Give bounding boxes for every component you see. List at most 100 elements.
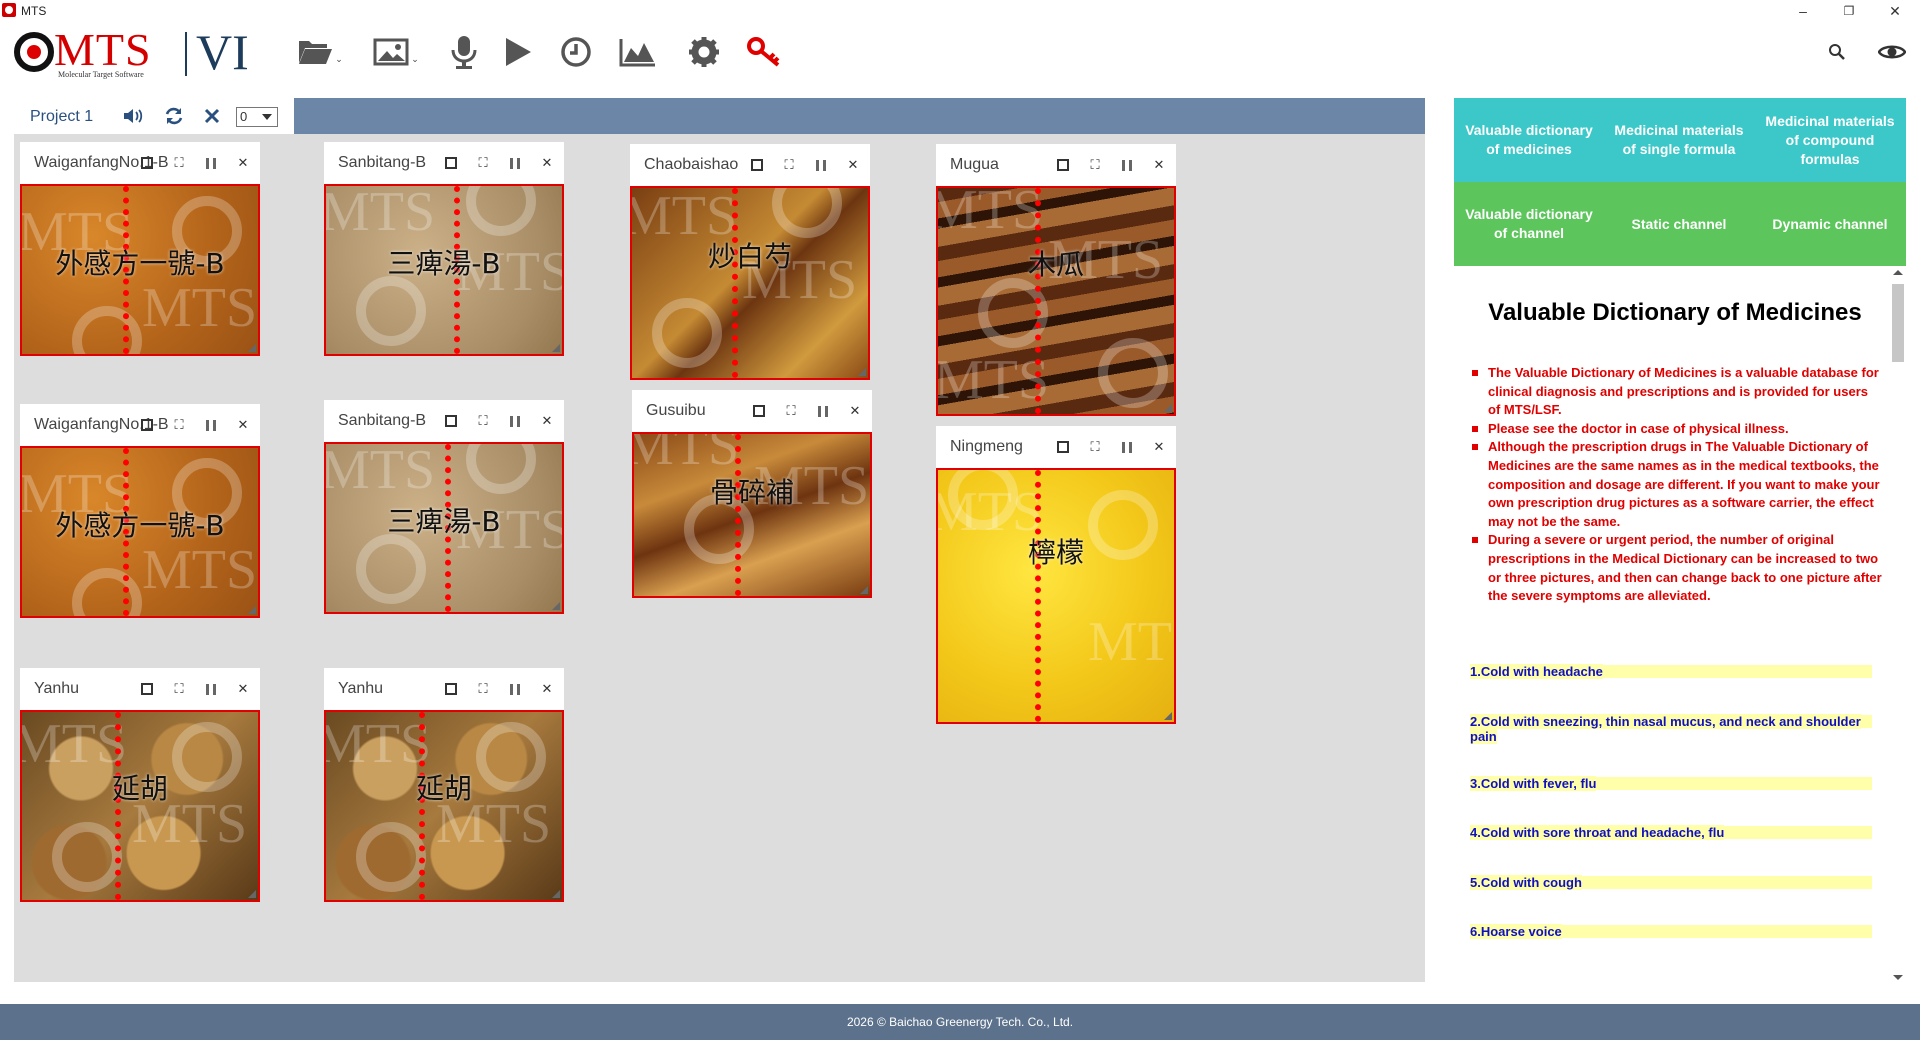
fullscreen-button[interactable]: ⛶: [1086, 438, 1104, 456]
image-panel[interactable]: WaiganfangNo.1-B ⛶ ✕ MTS MTS 外感方一號-B: [20, 404, 260, 618]
resize-handle[interactable]: [1164, 404, 1172, 412]
fullscreen-button[interactable]: ⛶: [474, 154, 492, 172]
scroll-down-arrow[interactable]: [1893, 975, 1903, 980]
panel-image[interactable]: MTS MTS 檸檬: [936, 468, 1176, 724]
tab-valuable-dictionary-channel[interactable]: Valuable dictionary of channel: [1454, 182, 1604, 266]
pause-button[interactable]: [506, 154, 524, 172]
dictionary-entry[interactable]: 3.Cold with fever, flu: [1470, 776, 1872, 791]
close-panel-button[interactable]: ✕: [234, 680, 252, 698]
resize-handle[interactable]: [552, 890, 560, 898]
maximize-button[interactable]: [1054, 438, 1072, 456]
close-panel-button[interactable]: ✕: [234, 416, 252, 434]
dictionary-entry[interactable]: 4.Cold with sore throat and headache, fl…: [1470, 825, 1872, 840]
project-select[interactable]: 0: [236, 107, 278, 127]
panel-image[interactable]: MTS MTS 延胡: [324, 710, 564, 902]
resize-handle[interactable]: [860, 586, 868, 594]
fullscreen-button[interactable]: ⛶: [170, 680, 188, 698]
image-panel[interactable]: Chaobaishao ⛶ ✕ MTS MTS 炒白芍: [630, 144, 870, 380]
resize-handle[interactable]: [248, 890, 256, 898]
fullscreen-button[interactable]: ⛶: [782, 402, 800, 420]
maximize-button[interactable]: [138, 154, 156, 172]
close-panel-button[interactable]: ✕: [538, 412, 556, 430]
fullscreen-button[interactable]: ⛶: [474, 680, 492, 698]
image-panel[interactable]: Sanbitang-B ⛶ ✕ MTS MTS 三痺湯-B: [324, 400, 564, 614]
pause-button[interactable]: [1118, 438, 1136, 456]
maximize-button[interactable]: [442, 412, 460, 430]
maximize-button[interactable]: [748, 156, 766, 174]
dictionary-entry[interactable]: 2.Cold with sneezing, thin nasal mucus, …: [1470, 714, 1872, 744]
refresh-button[interactable]: [162, 105, 186, 127]
close-panel-button[interactable]: ✕: [234, 154, 252, 172]
restore-button[interactable]: ❐: [1826, 0, 1872, 22]
split-divider[interactable]: [732, 188, 738, 378]
chart-button[interactable]: [616, 32, 660, 72]
resize-handle[interactable]: [1164, 712, 1172, 720]
pause-button[interactable]: [202, 416, 220, 434]
fullscreen-button[interactable]: ⛶: [474, 412, 492, 430]
pause-button[interactable]: [1118, 156, 1136, 174]
close-panel-button[interactable]: ✕: [1150, 438, 1168, 456]
image-panel[interactable]: Gusuibu ⛶ ✕ MTS MTS 骨碎補: [632, 390, 872, 598]
close-panel-button[interactable]: ✕: [846, 402, 864, 420]
minimize-button[interactable]: –: [1780, 0, 1826, 22]
fullscreen-button[interactable]: ⛶: [1086, 156, 1104, 174]
panel-image[interactable]: MTS MTS 骨碎補: [632, 432, 872, 598]
dictionary-entry[interactable]: 1.Cold with headache: [1470, 664, 1872, 679]
maximize-button[interactable]: [442, 680, 460, 698]
play-button[interactable]: [496, 32, 540, 72]
split-divider[interactable]: [1035, 188, 1041, 414]
maximize-button[interactable]: [138, 680, 156, 698]
scrollbar[interactable]: [1890, 270, 1906, 980]
maximize-button[interactable]: [442, 154, 460, 172]
tab-valuable-dictionary-medicines[interactable]: Valuable dictionary of medicines: [1454, 98, 1604, 182]
close-window-button[interactable]: ✕: [1872, 0, 1918, 22]
pause-button[interactable]: [812, 156, 830, 174]
image-button[interactable]: ⌄: [370, 32, 422, 72]
view-toggle-button[interactable]: [1870, 32, 1914, 72]
clear-button[interactable]: [200, 105, 224, 127]
timer-button[interactable]: [554, 32, 598, 72]
maximize-button[interactable]: [750, 402, 768, 420]
panel-image[interactable]: MTS MTS 三痺湯-B: [324, 442, 564, 614]
pause-button[interactable]: [506, 680, 524, 698]
tab-single-formula[interactable]: Medicinal materials of single formula: [1604, 98, 1754, 182]
tab-static-channel[interactable]: Static channel: [1604, 182, 1754, 266]
close-panel-button[interactable]: ✕: [538, 154, 556, 172]
image-panel[interactable]: WaiganfangNo.1-B ⛶ ✕ MTS MTS 外感方一號-B: [20, 142, 260, 356]
fullscreen-button[interactable]: ⛶: [170, 154, 188, 172]
pause-button[interactable]: [814, 402, 832, 420]
panel-image[interactable]: MTS MTS 外感方一號-B: [20, 184, 260, 356]
license-key-button[interactable]: [742, 32, 786, 72]
microphone-button[interactable]: [442, 32, 486, 72]
sound-button[interactable]: [122, 105, 146, 127]
split-divider[interactable]: [1035, 470, 1041, 722]
settings-button[interactable]: [682, 32, 726, 72]
tab-compound-formulas[interactable]: Medicinal materials of compound formulas: [1754, 98, 1906, 182]
maximize-button[interactable]: [138, 416, 156, 434]
resize-handle[interactable]: [248, 344, 256, 352]
dictionary-entry[interactable]: 6.Hoarse voice: [1470, 924, 1872, 939]
open-folder-button[interactable]: ⌄: [294, 32, 346, 72]
maximize-button[interactable]: [1054, 156, 1072, 174]
panel-image[interactable]: MTS MTS 外感方一號-B: [20, 446, 260, 618]
close-panel-button[interactable]: ✕: [538, 680, 556, 698]
image-panel[interactable]: Mugua ⛶ ✕ MTS MTS MTS 木瓜: [936, 144, 1176, 416]
search-button[interactable]: [1822, 32, 1852, 72]
tab-dynamic-channel[interactable]: Dynamic channel: [1754, 182, 1906, 266]
image-panel[interactable]: Yanhu ⛶ ✕ MTS MTS 延胡: [324, 668, 564, 902]
close-panel-button[interactable]: ✕: [1150, 156, 1168, 174]
resize-handle[interactable]: [248, 606, 256, 614]
image-panel[interactable]: Yanhu ⛶ ✕ MTS MTS 延胡: [20, 668, 260, 902]
resize-handle[interactable]: [552, 344, 560, 352]
image-panel[interactable]: Sanbitang-B ⛶ ✕ MTS MTS 三痺湯-B: [324, 142, 564, 356]
fullscreen-button[interactable]: ⛶: [780, 156, 798, 174]
pause-button[interactable]: [506, 412, 524, 430]
dictionary-entry[interactable]: 5.Cold with cough: [1470, 875, 1872, 890]
resize-handle[interactable]: [552, 602, 560, 610]
panel-image[interactable]: MTS MTS MTS 木瓜: [936, 186, 1176, 416]
panel-image[interactable]: MTS MTS 延胡: [20, 710, 260, 902]
project-tab[interactable]: Project 1 0: [14, 98, 294, 134]
split-divider[interactable]: [735, 434, 741, 596]
resize-handle[interactable]: [858, 368, 866, 376]
fullscreen-button[interactable]: ⛶: [170, 416, 188, 434]
